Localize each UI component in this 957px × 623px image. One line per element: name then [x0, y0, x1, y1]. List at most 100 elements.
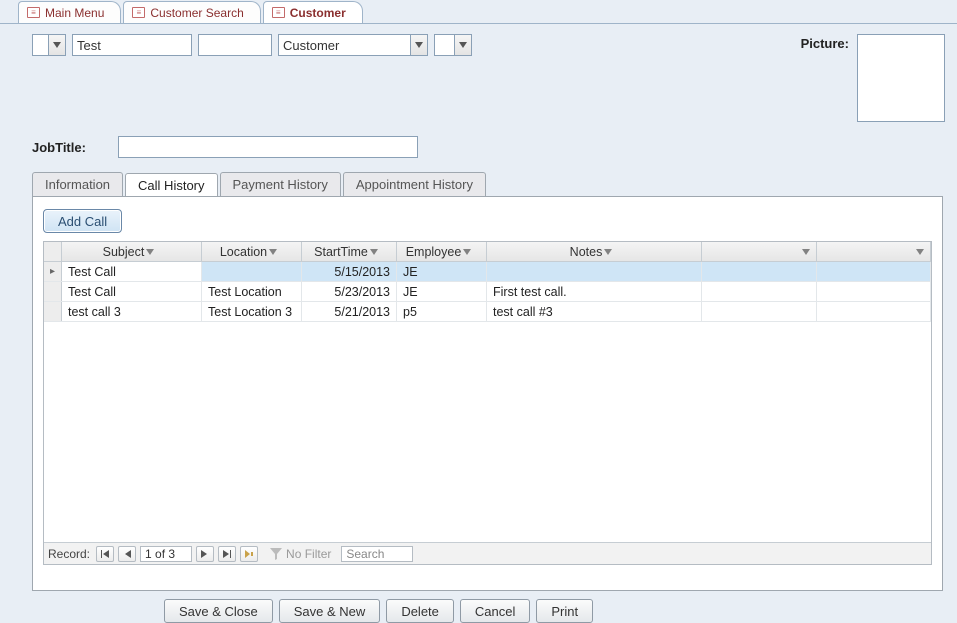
cell-blank[interactable] [702, 262, 817, 281]
cell-location[interactable]: Test Location [202, 282, 302, 301]
col-blank[interactable] [817, 242, 932, 261]
cell-blank[interactable] [817, 302, 932, 321]
calls-grid: Subject Location StartTime Employee [43, 241, 932, 565]
form-icon: ≡ [132, 7, 145, 18]
print-button[interactable]: Print [536, 599, 593, 623]
select-all-cell[interactable] [44, 242, 62, 261]
row-selector[interactable]: ▸ [44, 262, 62, 281]
cancel-button[interactable]: Cancel [460, 599, 530, 623]
record-position[interactable]: 1 of 3 [140, 546, 192, 562]
cell-notes[interactable]: First test call. [487, 282, 702, 301]
cell-blank[interactable] [702, 282, 817, 301]
cell-starttime[interactable]: 5/15/2013 [302, 262, 397, 281]
tab-main-menu-label: Main Menu [45, 6, 104, 20]
form-icon: ≡ [272, 7, 285, 18]
jobtitle-label: JobTitle: [32, 140, 112, 155]
col-employee-label: Employee [406, 245, 462, 259]
cell-employee[interactable]: p5 [397, 302, 487, 321]
chevron-down-icon[interactable] [602, 249, 614, 255]
table-row[interactable]: Test Call Test Location 5/23/2013 JE Fir… [44, 282, 931, 302]
col-blank[interactable] [702, 242, 817, 261]
chevron-down-icon[interactable] [144, 249, 156, 255]
cell-blank[interactable] [702, 302, 817, 321]
funnel-icon [270, 548, 282, 560]
col-employee[interactable]: Employee [397, 242, 487, 261]
search-input[interactable]: Search [341, 546, 413, 562]
cell-blank[interactable] [817, 282, 932, 301]
col-starttime[interactable]: StartTime [302, 242, 397, 261]
cell-starttime[interactable]: 5/23/2013 [302, 282, 397, 301]
nav-first-button[interactable] [96, 546, 114, 562]
chevron-down-icon[interactable] [461, 249, 473, 255]
jobtitle-row: JobTitle: [4, 136, 953, 158]
save-new-button[interactable]: Save & New [279, 599, 381, 623]
cell-subject[interactable]: test call 3 [62, 302, 202, 321]
col-location[interactable]: Location [202, 242, 302, 261]
tab-customer[interactable]: ≡ Customer [263, 1, 363, 23]
chevron-down-icon[interactable] [454, 35, 471, 55]
tab-customer-search[interactable]: ≡ Customer Search [123, 1, 260, 23]
chevron-down-icon[interactable] [800, 249, 812, 255]
prefix-combo[interactable] [32, 34, 66, 56]
tab-customer-label: Customer [290, 6, 346, 20]
col-subject-label: Subject [103, 245, 145, 259]
first-name-value: Test [77, 38, 101, 53]
cell-subject[interactable]: Test Call [62, 262, 202, 281]
cell-notes[interactable] [487, 262, 702, 281]
tab-call-history-label: Call History [138, 178, 204, 193]
cell-notes[interactable]: test call #3 [487, 302, 702, 321]
tab-payment-history[interactable]: Payment History [220, 172, 341, 196]
chevron-down-icon[interactable] [368, 249, 380, 255]
nav-next-button[interactable] [196, 546, 214, 562]
picture-label: Picture: [801, 34, 849, 51]
table-row[interactable]: ▸ Test Call 5/15/2013 JE [44, 262, 931, 282]
middle-name-field[interactable] [198, 34, 272, 56]
cell-subject[interactable]: Test Call [62, 282, 202, 301]
form-icon: ≡ [27, 7, 40, 18]
row-selector[interactable] [44, 302, 62, 321]
col-notes[interactable]: Notes [487, 242, 702, 261]
chevron-down-icon[interactable] [914, 249, 926, 255]
tab-customer-search-label: Customer Search [150, 6, 243, 20]
delete-button[interactable]: Delete [386, 599, 454, 623]
picture-box[interactable] [857, 34, 945, 122]
cell-blank[interactable] [817, 262, 932, 281]
document-tabs: ≡ Main Menu ≡ Customer Search ≡ Customer [0, 0, 957, 23]
tab-main-menu[interactable]: ≡ Main Menu [18, 1, 121, 23]
tab-information[interactable]: Information [32, 172, 123, 196]
cell-starttime[interactable]: 5/21/2013 [302, 302, 397, 321]
chevron-down-icon[interactable] [410, 35, 427, 55]
add-call-button[interactable]: Add Call [43, 209, 122, 233]
suffix-combo[interactable] [434, 34, 472, 56]
cell-location[interactable]: Test Location 3 [202, 302, 302, 321]
chevron-down-icon[interactable] [48, 35, 65, 55]
no-filter-indicator[interactable]: No Filter [270, 547, 331, 561]
tab-appointment-history[interactable]: Appointment History [343, 172, 486, 196]
first-name-field[interactable]: Test [72, 34, 192, 56]
call-history-panel: Add Call Subject Location StartTime [32, 196, 943, 591]
name-row: Test Customer Picture: [4, 34, 953, 130]
chevron-down-icon[interactable] [267, 249, 279, 255]
detail-tabs: Information Call History Payment History… [32, 172, 943, 196]
tab-call-history[interactable]: Call History [125, 173, 217, 197]
action-bar: Save & Close Save & New Delete Cancel Pr… [4, 591, 953, 623]
tab-information-label: Information [45, 177, 110, 192]
cell-location[interactable] [202, 262, 302, 281]
cell-employee[interactable]: JE [397, 282, 487, 301]
grid-header: Subject Location StartTime Employee [44, 242, 931, 262]
row-selector[interactable] [44, 282, 62, 301]
last-name-combo[interactable]: Customer [278, 34, 428, 56]
nav-prev-button[interactable] [118, 546, 136, 562]
nav-new-button[interactable] [240, 546, 258, 562]
grid-body: ▸ Test Call 5/15/2013 JE Test Call Test … [44, 262, 931, 542]
cell-employee[interactable]: JE [397, 262, 487, 281]
jobtitle-field[interactable] [118, 136, 418, 158]
no-filter-label: No Filter [286, 547, 331, 561]
col-location-label: Location [220, 245, 267, 259]
search-placeholder: Search [346, 547, 384, 561]
record-navigator: Record: 1 of 3 No Filter Search [44, 542, 931, 564]
save-close-button[interactable]: Save & Close [164, 599, 273, 623]
col-subject[interactable]: Subject [62, 242, 202, 261]
table-row[interactable]: test call 3 Test Location 3 5/21/2013 p5… [44, 302, 931, 322]
nav-last-button[interactable] [218, 546, 236, 562]
